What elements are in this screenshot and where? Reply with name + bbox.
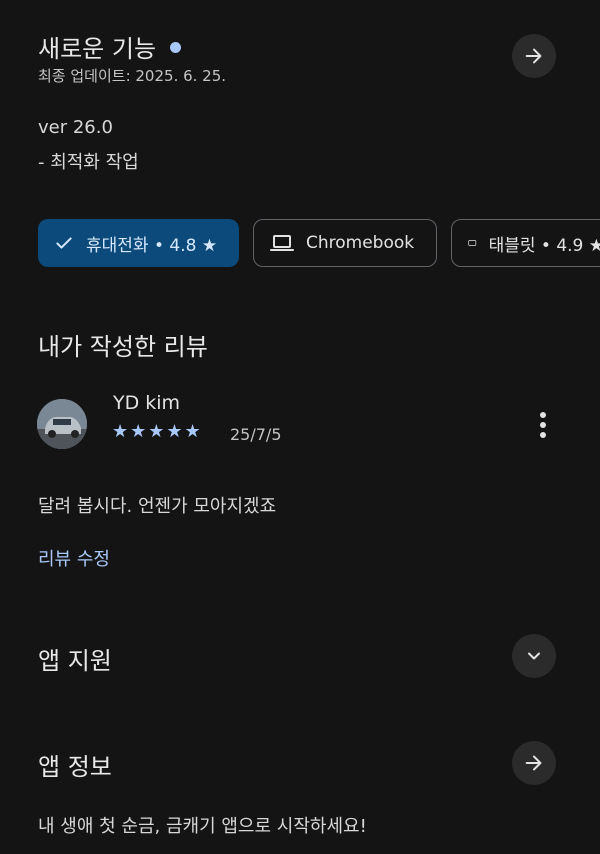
app-description: 내 생애 첫 순금, 금캐기 앱으로 시작하세요! bbox=[38, 816, 367, 837]
chip-tablet-label: 태블릿 • 4.9 ★ bbox=[488, 235, 600, 256]
chip-phone[interactable]: 휴대전화 • 4.8 ★ bbox=[38, 219, 239, 267]
check-icon bbox=[56, 237, 72, 249]
app-info-arrow-button[interactable] bbox=[512, 741, 556, 785]
app-support-heading: 앱 지원 bbox=[38, 647, 112, 675]
tablet-icon bbox=[468, 240, 477, 246]
whats-new-title: 새로운 기능 bbox=[38, 29, 181, 64]
chip-chromebook[interactable]: Chromebook bbox=[253, 219, 437, 267]
my-review-heading: 내가 작성한 리뷰 bbox=[38, 333, 208, 361]
review-text: 달려 봅시다. 언젠가 모아지겠죠 bbox=[38, 496, 277, 517]
review-date: 25/7/5 bbox=[230, 425, 282, 444]
more-vert-icon bbox=[540, 412, 546, 438]
laptop-icon bbox=[270, 235, 294, 251]
whats-new-arrow-button[interactable] bbox=[512, 34, 556, 78]
arrow-right-icon bbox=[525, 48, 542, 64]
edit-review-link[interactable]: 리뷰 수정 bbox=[38, 545, 110, 571]
app-support-expand-button[interactable] bbox=[512, 634, 556, 678]
app-info-heading: 앱 정보 bbox=[38, 753, 112, 781]
chevron-down-icon bbox=[528, 652, 540, 660]
version-text: ver 26.0 bbox=[38, 117, 113, 138]
car-photo-image bbox=[37, 399, 87, 449]
more-options-button[interactable] bbox=[528, 408, 558, 442]
chip-tablet[interactable]: 태블릿 • 4.9 ★ bbox=[451, 219, 600, 267]
arrow-right-icon bbox=[525, 755, 542, 771]
chip-phone-label: 휴대전화 • 4.8 ★ bbox=[86, 235, 218, 256]
release-note-text: - 최적화 작업 bbox=[38, 152, 139, 173]
review-author: YD kim bbox=[113, 392, 181, 414]
avatar bbox=[37, 399, 87, 449]
last-updated-text: 최종 업데이트: 2025. 6. 25. bbox=[38, 67, 227, 85]
review-stars: ★★★★★ bbox=[112, 421, 203, 442]
chip-chromebook-label: Chromebook bbox=[306, 233, 415, 253]
new-indicator-dot bbox=[169, 42, 181, 53]
